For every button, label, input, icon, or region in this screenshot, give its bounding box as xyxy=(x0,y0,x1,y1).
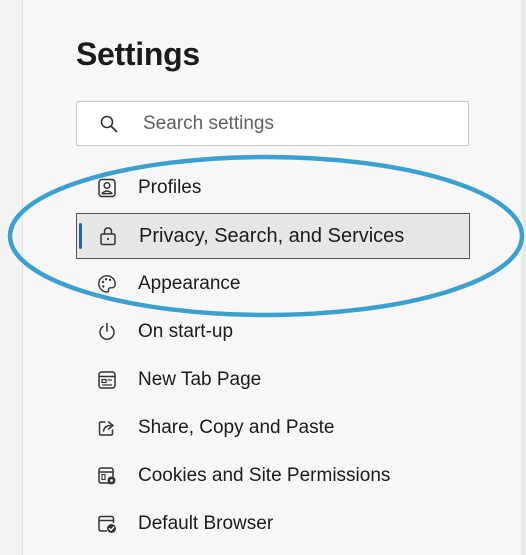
palette-icon xyxy=(96,273,118,295)
new-tab-icon xyxy=(96,369,118,391)
default-browser-icon xyxy=(96,513,118,535)
sidebar-item-label: On start-up xyxy=(138,321,234,342)
selection-indicator xyxy=(79,223,82,249)
right-edge-panel xyxy=(521,0,526,555)
sidebar-item-label: Share, Copy and Paste xyxy=(138,417,335,438)
page-title: Settings xyxy=(76,36,200,72)
power-icon xyxy=(96,321,118,343)
sidebar-item-cookies-permissions[interactable]: Cookies and Site Permissions xyxy=(76,452,470,500)
sidebar-item-on-startup[interactable]: On start-up xyxy=(76,308,470,356)
lock-icon xyxy=(97,225,119,247)
sidebar-item-label: Cookies and Site Permissions xyxy=(138,465,391,486)
sidebar-item-share-copy-paste[interactable]: Share, Copy and Paste xyxy=(76,404,470,452)
share-icon xyxy=(96,417,118,439)
search-icon xyxy=(99,114,119,134)
sidebar-item-profiles[interactable]: Profiles xyxy=(76,164,470,212)
sidebar-item-default-browser[interactable]: Default Browser xyxy=(76,500,470,548)
profile-icon xyxy=(96,177,118,199)
settings-nav: Profiles Privacy, Search, and Services A… xyxy=(76,164,470,548)
left-edge-panel xyxy=(0,0,23,555)
sidebar-item-label: Privacy, Search, and Services xyxy=(139,224,405,247)
cookies-permissions-icon xyxy=(96,465,118,487)
search-placeholder: Search settings xyxy=(143,112,274,134)
sidebar-item-label: Profiles xyxy=(138,177,202,198)
sidebar-item-appearance[interactable]: Appearance xyxy=(76,260,470,308)
sidebar-item-privacy[interactable]: Privacy, Search, and Services xyxy=(76,213,470,259)
search-input[interactable]: Search settings xyxy=(76,101,469,146)
sidebar-item-label: Appearance xyxy=(138,273,241,294)
sidebar-item-new-tab-page[interactable]: New Tab Page xyxy=(76,356,470,404)
sidebar-item-label: New Tab Page xyxy=(138,369,262,390)
sidebar-item-label: Default Browser xyxy=(138,513,274,534)
